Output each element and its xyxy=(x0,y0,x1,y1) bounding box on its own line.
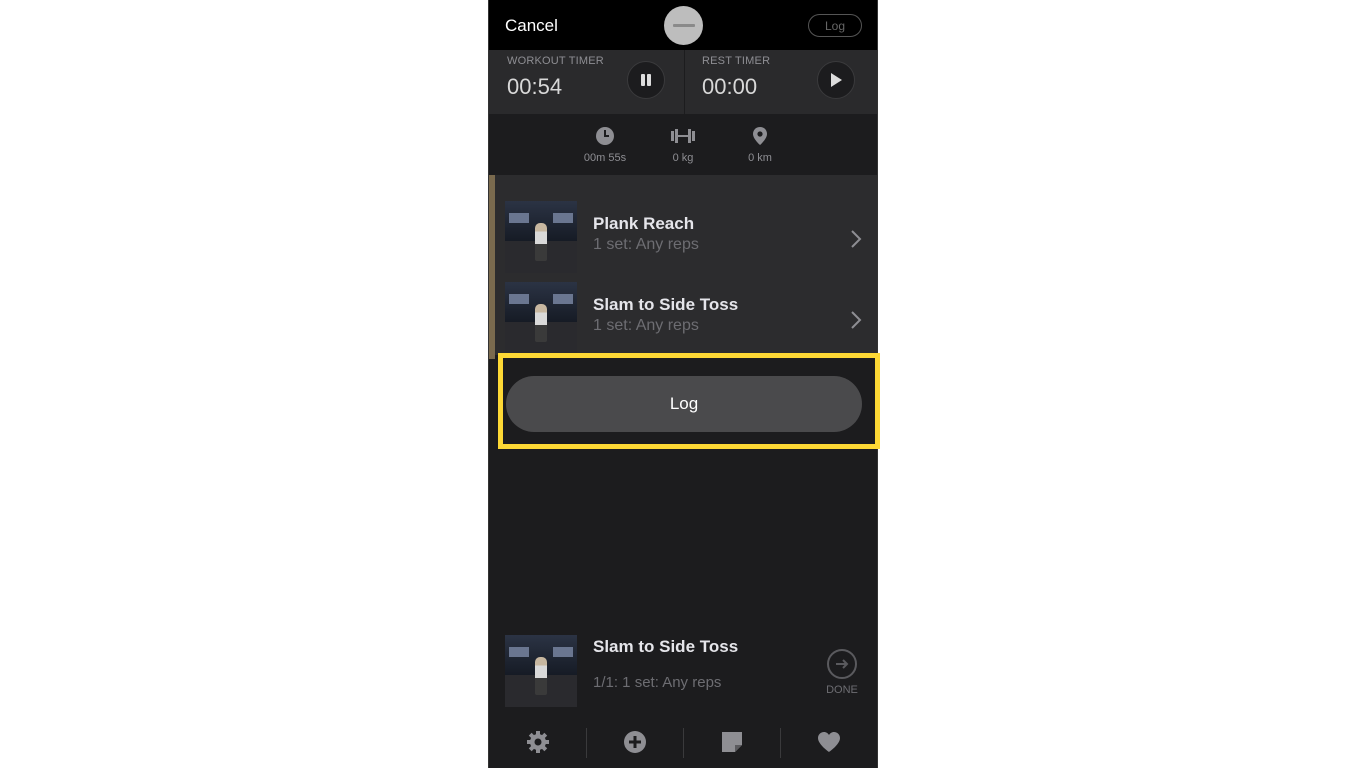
play-icon xyxy=(831,73,842,87)
stat-weight: 0 kg xyxy=(653,126,713,164)
superset-indicator xyxy=(489,175,495,359)
current-exercise-title: Slam to Side Toss xyxy=(593,637,739,656)
stat-duration: 00m 55s xyxy=(575,126,635,164)
clock-icon xyxy=(596,127,614,145)
add-circle-icon xyxy=(623,730,646,753)
exercise-row-slam-to-side-toss[interactable]: Slam to Side Toss 1 set: Any reps xyxy=(505,282,877,354)
pause-icon xyxy=(641,74,651,86)
play-button[interactable] xyxy=(817,61,855,99)
gear-icon xyxy=(526,730,549,753)
exercise-title: Plank Reach xyxy=(593,214,695,233)
highlight-box xyxy=(498,353,880,449)
exercise-subtitle: 1 set: Any reps xyxy=(593,317,699,334)
workout-timer: WORKOUT TIMER 00:54 xyxy=(489,50,684,114)
exercise-list: Plank Reach 1 set: Any reps Slam to Side… xyxy=(489,175,877,359)
bottom-tab-bar xyxy=(489,715,877,768)
stat-weight-value: 0 kg xyxy=(672,152,694,164)
stat-duration-value: 00m 55s xyxy=(583,152,627,164)
exercise-row-plank-reach[interactable]: Plank Reach 1 set: Any reps xyxy=(505,201,877,273)
stat-distance-value: 0 km xyxy=(748,152,772,164)
rest-timer-label: REST TIMER xyxy=(702,55,771,67)
stat-distance: 0 km xyxy=(730,126,790,164)
done-label: DONE xyxy=(826,684,858,696)
dumbbell-icon xyxy=(671,129,695,143)
rest-timer: REST TIMER 00:00 xyxy=(684,50,877,114)
chevron-right-icon xyxy=(851,230,862,248)
top-bar: Cancel Log xyxy=(489,0,877,50)
note-icon xyxy=(721,731,742,752)
workout-timer-label: WORKOUT TIMER xyxy=(507,55,604,67)
current-exercise-subtitle: 1/1: 1 set: Any reps xyxy=(593,674,722,691)
add-exercise-tab[interactable] xyxy=(586,715,683,768)
exercise-thumbnail xyxy=(505,282,577,354)
chevron-right-icon xyxy=(851,311,862,329)
exercise-subtitle: 1 set: Any reps xyxy=(593,236,699,253)
cancel-button[interactable]: Cancel xyxy=(505,16,558,36)
stats-bar: 00m 55s 0 kg 0 km xyxy=(489,114,877,175)
current-exercise-thumbnail xyxy=(505,635,577,707)
exercise-thumbnail xyxy=(505,201,577,273)
heart-icon xyxy=(817,731,840,752)
current-exercise-panel: Slam to Side Toss 1/1: 1 set: Any reps D… xyxy=(489,620,877,715)
workout-timer-value: 00:54 xyxy=(507,74,563,99)
arrow-right-icon xyxy=(836,659,849,669)
timers-panel: WORKOUT TIMER 00:54 REST TIMER 00:00 xyxy=(489,50,877,114)
log-header-button[interactable]: Log xyxy=(808,14,862,37)
settings-tab[interactable] xyxy=(489,715,586,768)
avatar[interactable] xyxy=(664,6,703,45)
location-pin-icon xyxy=(753,127,767,145)
exercise-title: Slam to Side Toss xyxy=(593,295,739,314)
done-button[interactable]: DONE xyxy=(825,649,859,696)
favorite-tab[interactable] xyxy=(780,715,877,768)
pause-button[interactable] xyxy=(627,61,665,99)
rest-timer-value: 00:00 xyxy=(702,74,758,99)
notes-tab[interactable] xyxy=(683,715,780,768)
